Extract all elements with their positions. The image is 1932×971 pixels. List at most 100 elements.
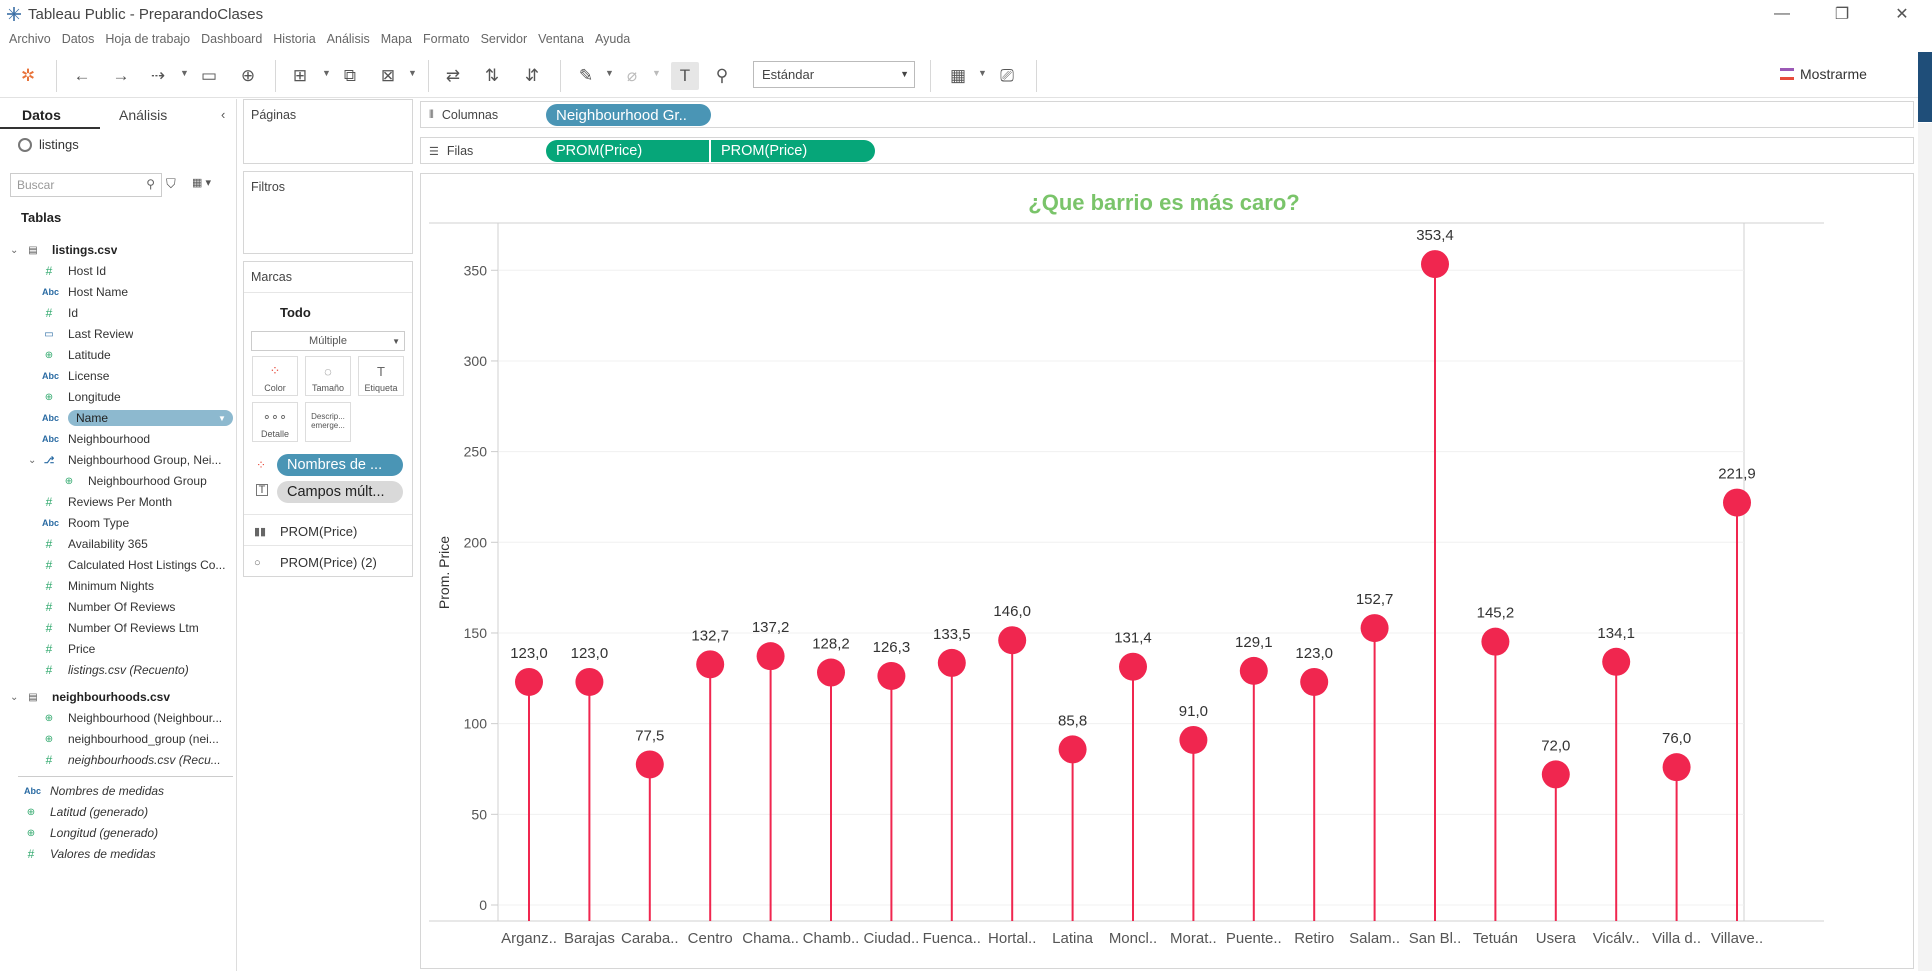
undo-icon[interactable]: ←	[70, 64, 94, 88]
menu-datos[interactable]: Datos	[62, 32, 95, 46]
measure-row-1[interactable]: ▮▮ PROM(Price)	[254, 524, 357, 539]
rows-shelf[interactable]: ☰ Filas PROM(Price) PROM(Price)	[420, 137, 1914, 164]
field-item[interactable]: # Number Of Reviews	[0, 598, 237, 616]
datasource-item[interactable]: listings	[18, 137, 79, 152]
field-item[interactable]: ⊕ neighbourhood_group (nei...	[0, 730, 237, 748]
detail-button[interactable]: ∘∘∘ Detalle	[252, 402, 298, 442]
collapse-pane-icon[interactable]: ‹	[221, 107, 225, 122]
replay-icon[interactable]: ⇢	[146, 64, 170, 88]
new-datasource-icon[interactable]: ⊕	[236, 64, 260, 88]
clear-sheet-icon[interactable]: ⊠	[376, 64, 400, 88]
field-item[interactable]: # Id	[0, 304, 237, 322]
field-item[interactable]: ⊕ Latitude	[0, 346, 237, 364]
color-pill[interactable]: Nombres de ...	[277, 454, 403, 476]
show-labels-icon[interactable]: T	[671, 62, 699, 90]
field-item[interactable]: ⊕ Neighbourhood (Neighbour...	[0, 709, 237, 727]
search-input[interactable]: Buscar ⚲	[10, 173, 162, 197]
menu-formato[interactable]: Formato	[423, 32, 470, 46]
close-button[interactable]: ✕	[1872, 0, 1932, 28]
field-item[interactable]: # listings.csv (Recuento)	[0, 661, 237, 679]
field-item[interactable]: # Price	[0, 640, 237, 658]
columns-pill[interactable]: Neighbourhood Gr..	[546, 104, 711, 126]
menu-archivo[interactable]: Archivo	[9, 32, 51, 46]
menu-historia[interactable]: Historia	[273, 32, 315, 46]
field-item[interactable]: Abc Neighbourhood	[0, 430, 237, 448]
color-button[interactable]: ⁘ Color	[252, 356, 298, 396]
menu-hoja-de-trabajo[interactable]: Hoja de trabajo	[105, 32, 190, 46]
tableau-home-icon[interactable]: ✲	[16, 64, 40, 88]
field-item[interactable]: Abc License	[0, 367, 237, 385]
field-item[interactable]: # Minimum Nights	[0, 577, 237, 595]
rows-pill-1[interactable]: PROM(Price)	[546, 140, 709, 162]
new-worksheet-dropdown-icon[interactable]: ▼	[322, 68, 331, 78]
highlight-icon[interactable]: ✎	[574, 64, 598, 88]
show-me-button[interactable]: Mostrarme	[1780, 62, 1867, 86]
duplicate-icon[interactable]: ⧉	[338, 64, 362, 88]
measure-row-2[interactable]: ○ PROM(Price) (2)	[254, 555, 377, 570]
save-icon[interactable]: ▭	[197, 64, 221, 88]
group-dropdown-icon[interactable]: ▼	[652, 68, 661, 78]
field-item[interactable]: ⊕ Neighbourhood Group	[0, 472, 237, 490]
restore-button[interactable]: ❐	[1812, 0, 1872, 28]
field-item[interactable]: ⊕ Longitude	[0, 388, 237, 406]
field-item[interactable]: ⊕ Longitud (generado)	[0, 824, 237, 842]
view-options-icon[interactable]: ▦ ▾	[192, 176, 211, 189]
minimize-button[interactable]: —	[1752, 0, 1812, 28]
size-button[interactable]: ◌ Tamaño	[305, 356, 351, 396]
sort-descending-icon[interactable]: ⇵	[520, 64, 544, 88]
menu-ventana[interactable]: Ventana	[538, 32, 584, 46]
field-item[interactable]: # Calculated Host Listings Co...	[0, 556, 237, 574]
table-item[interactable]: ⌄ ▤ listings.csv	[0, 241, 237, 259]
show-cards-dropdown-icon[interactable]: ▼	[978, 68, 987, 78]
field-item[interactable]: Abc Nombres de medidas	[0, 782, 237, 800]
menu-mapa[interactable]: Mapa	[381, 32, 412, 46]
replay-dropdown-icon[interactable]: ▼	[180, 68, 189, 78]
columns-shelf[interactable]: ⦀ Columnas Neighbourhood Gr..	[420, 101, 1914, 128]
swap-icon[interactable]: ⇄	[441, 64, 465, 88]
tooltip-button[interactable]: Descrip... emerge...	[305, 402, 351, 442]
field-item[interactable]: Abc Host Name	[0, 283, 237, 301]
table-item[interactable]: ⌄ ▤ neighbourhoods.csv	[0, 688, 237, 706]
pin-axes-icon[interactable]: ⚲	[710, 64, 734, 88]
field-item[interactable]: Abc Room Type	[0, 514, 237, 532]
field-item[interactable]: ⊕ Latitud (generado)	[0, 803, 237, 821]
chevron-down-icon[interactable]: ⌄	[28, 455, 36, 466]
field-item[interactable]: Abc Name ▼	[0, 409, 237, 427]
field-item[interactable]: ⌄ ⎇ Neighbourhood Group, Nei...	[0, 451, 237, 469]
filter-icon[interactable]: ⛉	[166, 176, 176, 192]
presentation-mode-icon[interactable]: ⎚	[995, 64, 1019, 88]
rows-pill-2[interactable]: PROM(Price)	[711, 140, 875, 162]
marks-all-label[interactable]: Todo	[280, 305, 311, 320]
group-members-icon[interactable]: ⌀	[620, 64, 644, 88]
field-item[interactable]: # Number Of Reviews Ltm	[0, 619, 237, 637]
mark-type-select[interactable]: Múltiple ▼	[251, 331, 405, 351]
redo-icon[interactable]: →	[109, 64, 133, 88]
filters-card[interactable]: Filtros	[243, 171, 413, 254]
field-menu-icon[interactable]: ▼	[218, 414, 226, 423]
field-item[interactable]: # Host Id	[0, 262, 237, 280]
scrollbar-track[interactable]	[1918, 123, 1932, 971]
menu-servidor[interactable]: Servidor	[481, 32, 528, 46]
sort-ascending-icon[interactable]: ⇅	[480, 64, 504, 88]
clear-dropdown-icon[interactable]: ▼	[408, 68, 417, 78]
chevron-down-icon[interactable]: ⌄	[10, 245, 18, 256]
worksheet-view[interactable]: ¿Que barrio es más caro? 0 50 100 150 200 250…	[420, 173, 1914, 969]
label-pill[interactable]: Campos múlt...	[277, 481, 403, 503]
chevron-down-icon[interactable]: ⌄	[10, 692, 18, 703]
field-item[interactable]: # Reviews Per Month	[0, 493, 237, 511]
field-item[interactable]: ▭ Last Review	[0, 325, 237, 343]
fit-select[interactable]: Estándar ▼	[753, 61, 915, 88]
menu-dashboard[interactable]: Dashboard	[201, 32, 262, 46]
field-item[interactable]: # Availability 365	[0, 535, 237, 553]
label-button[interactable]: T Etiqueta	[358, 356, 404, 396]
tab-analisis[interactable]: Análisis	[119, 107, 167, 123]
field-item[interactable]: # Valores de medidas	[0, 845, 237, 863]
menu-ayuda[interactable]: Ayuda	[595, 32, 630, 46]
highlight-dropdown-icon[interactable]: ▼	[605, 68, 614, 78]
new-worksheet-icon[interactable]: ⊞	[288, 64, 312, 88]
pages-card[interactable]: Páginas	[243, 99, 413, 164]
tab-datos[interactable]: Datos	[22, 107, 61, 123]
menu-analisis[interactable]: Análisis	[327, 32, 370, 46]
field-item[interactable]: # neighbourhoods.csv (Recu...	[0, 751, 237, 769]
show-cards-icon[interactable]: ▦	[946, 64, 970, 88]
